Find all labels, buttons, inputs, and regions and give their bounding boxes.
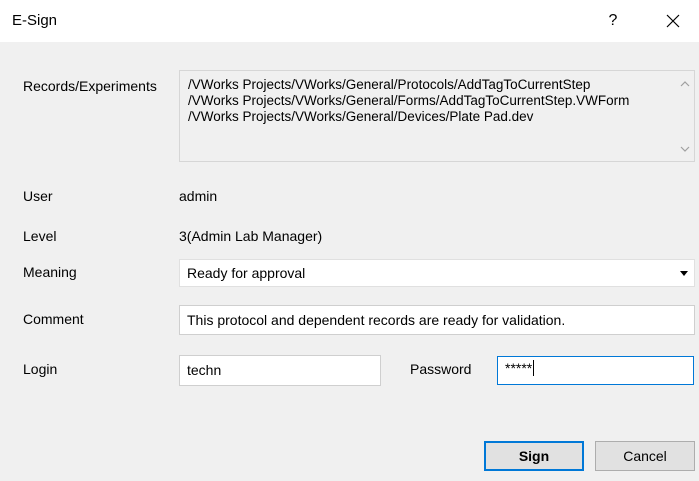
title-bar: E-Sign ? — [0, 0, 699, 42]
level-value: 3(Admin Lab Manager) — [179, 228, 323, 244]
user-value: admin — [179, 188, 218, 204]
comment-label: Comment — [23, 311, 84, 327]
records-lines: /VWorks Projects/VWorks/General/Protocol… — [188, 77, 668, 125]
records-scrollbar[interactable] — [675, 71, 694, 161]
scroll-down-button[interactable] — [675, 140, 694, 157]
login-label: Login — [23, 361, 58, 377]
record-line: /VWorks Projects/VWorks/General/Protocol… — [188, 77, 591, 92]
user-label: User — [23, 188, 53, 204]
password-text: ***** — [505, 360, 535, 376]
chevron-down-icon — [680, 146, 689, 152]
close-button[interactable] — [646, 0, 699, 42]
record-line: /VWorks Projects/VWorks/General/Devices/… — [188, 109, 534, 124]
sign-button[interactable]: Sign — [484, 441, 584, 471]
level-label: Level — [23, 228, 57, 244]
login-text: techn — [187, 362, 222, 378]
records-label: Records/Experiments — [23, 78, 157, 94]
password-label: Password — [410, 361, 472, 377]
dropdown-arrow-icon — [680, 271, 688, 276]
window-title: E-Sign — [12, 12, 58, 29]
comment-field[interactable]: This protocol and dependent records are … — [179, 305, 695, 335]
close-icon — [666, 14, 679, 28]
record-line: /VWorks Projects/VWorks/General/Forms/Ad… — [188, 93, 630, 108]
cancel-button[interactable]: Cancel — [595, 441, 695, 471]
help-button[interactable]: ? — [590, 0, 636, 42]
login-field[interactable]: techn — [179, 355, 381, 386]
records-list[interactable]: /VWorks Projects/VWorks/General/Protocol… — [179, 70, 695, 162]
comment-text: This protocol and dependent records are … — [187, 312, 566, 328]
meaning-label: Meaning — [23, 264, 77, 280]
meaning-selected-value: Ready for approval — [187, 265, 306, 281]
chevron-up-icon — [680, 80, 689, 86]
password-field[interactable]: ***** — [497, 356, 694, 385]
meaning-select[interactable]: Ready for approval — [179, 259, 695, 287]
scroll-up-button[interactable] — [675, 75, 694, 92]
